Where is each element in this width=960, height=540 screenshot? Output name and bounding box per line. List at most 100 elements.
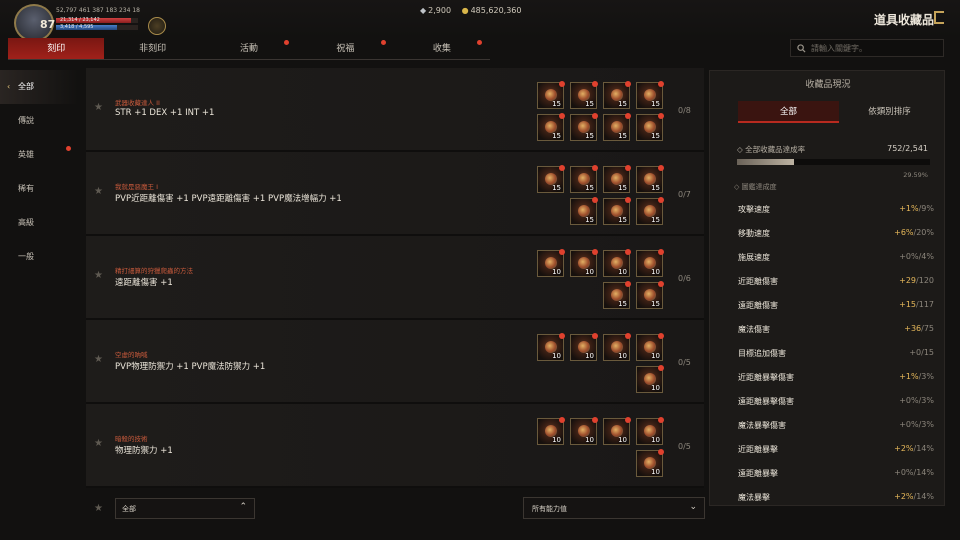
notification-dot xyxy=(625,197,631,203)
favorite-filter-icon[interactable]: ★ xyxy=(94,503,103,514)
stat-gain: +15 xyxy=(899,300,917,309)
sidebar-item-common[interactable]: 一般 xyxy=(0,240,78,274)
collection-row[interactable]: ★ 空虛的吶喊 PVP物理防禦力 +1 PVP魔法防禦力 +1 0/5 10 10 10 10… xyxy=(86,320,704,404)
item-slot[interactable]: 15 xyxy=(570,113,598,141)
item-slot[interactable]: 15 xyxy=(603,81,631,109)
collection-row[interactable]: ★ 暗殺的技術 物理防禦力 +1 0/5 10 10 10 10 10 xyxy=(86,404,704,488)
item-slot[interactable]: 15 xyxy=(636,197,664,225)
panel-tab-by-category[interactable]: 依類別排序 xyxy=(839,101,940,123)
overall-percent: 29.59% xyxy=(903,171,928,179)
item-slot[interactable]: 15 xyxy=(570,81,598,109)
tab-blessing[interactable]: 祝福 xyxy=(297,38,394,60)
item-slot[interactable]: 10 xyxy=(537,249,565,277)
favorite-star-icon[interactable]: ★ xyxy=(94,102,103,113)
grade-filter-dropdown[interactable]: 全部 ⌃ xyxy=(115,498,255,519)
ability-filter-dropdown[interactable]: 所有能力值 ⌄ xyxy=(523,497,705,519)
stat-gain: +1% xyxy=(899,204,919,213)
notification-dot xyxy=(658,333,664,339)
panel-tab-all[interactable]: 全部 xyxy=(738,101,839,123)
dropdown-value: 全部 xyxy=(122,505,136,513)
item-slot[interactable]: 15 xyxy=(570,197,598,225)
notification-dot xyxy=(658,165,664,171)
enchant-level: 10 xyxy=(585,352,594,360)
sidebar-item-legendary[interactable]: 傳說 xyxy=(0,104,78,138)
stat-name: 攻擊速度 xyxy=(738,205,770,214)
item-slot[interactable]: 10 xyxy=(570,417,598,445)
item-slot[interactable]: 15 xyxy=(603,197,631,225)
stat-row: 目標追加傷害 +0/15 xyxy=(734,341,934,365)
sidebar-item-rare[interactable]: 稀有 xyxy=(0,172,78,206)
collection-title: 我就是惡魔王 I xyxy=(115,183,158,191)
sidebar-item-all[interactable]: 全部 xyxy=(0,70,78,104)
notification-dot xyxy=(559,113,565,119)
stat-max: /20% xyxy=(913,228,934,237)
stat-value: +0%/3% xyxy=(899,420,934,429)
item-slot[interactable]: 10 xyxy=(603,333,631,361)
item-slot[interactable]: 10 xyxy=(636,449,664,477)
collection-row[interactable]: ★ 我就是惡魔王 I PVP近距離傷害 +1 PVP遠距離傷害 +1 PVP魔法增幅… xyxy=(86,152,704,236)
item-slot[interactable]: 15 xyxy=(636,281,664,309)
tab-engraved[interactable]: 刻印 xyxy=(8,38,105,60)
exit-icon[interactable] xyxy=(934,11,944,24)
notification-dot xyxy=(592,165,598,171)
tab-label: 活動 xyxy=(240,44,259,54)
favorite-star-icon[interactable]: ★ xyxy=(94,270,103,281)
enchant-level: 10 xyxy=(651,352,660,360)
item-slot[interactable]: 10 xyxy=(603,417,631,445)
item-slot[interactable]: 15 xyxy=(603,165,631,193)
collection-title: 武器收藏達人 II xyxy=(115,99,160,107)
item-slot[interactable]: 10 xyxy=(636,417,664,445)
item-slot[interactable]: 15 xyxy=(636,81,664,109)
enchant-level: 10 xyxy=(651,384,660,392)
collection-row[interactable]: ★ 精打細算的狩獵爬蟲的方法 遠距離傷害 +1 0/6 10 10 10 10 15 15 xyxy=(86,236,704,320)
item-slot[interactable]: 15 xyxy=(636,113,664,141)
notification-dot xyxy=(658,249,664,255)
notification-dot xyxy=(559,165,565,171)
panel-title: 收藏品現況 xyxy=(805,80,851,90)
chevron-up-icon: ⌃ xyxy=(239,502,247,512)
item-slot[interactable]: 10 xyxy=(570,249,598,277)
sidebar-item-heroic[interactable]: 英雄 xyxy=(0,138,78,172)
stat-max: /3% xyxy=(918,396,934,405)
emblem-icon[interactable] xyxy=(148,17,166,35)
stat-max: /3% xyxy=(918,420,934,429)
item-slot[interactable]: 10 xyxy=(636,365,664,393)
item-slot[interactable]: 10 xyxy=(570,333,598,361)
item-slot[interactable]: 10 xyxy=(537,333,565,361)
favorite-star-icon[interactable]: ★ xyxy=(94,186,103,197)
favorite-star-icon[interactable]: ★ xyxy=(94,438,103,449)
item-slot[interactable]: 10 xyxy=(636,249,664,277)
notification-dot xyxy=(625,281,631,287)
sidebar-item-advanced[interactable]: 高級 xyxy=(0,206,78,240)
enchant-level: 10 xyxy=(552,268,561,276)
tab-event[interactable]: 活動 xyxy=(200,38,298,60)
stat-max: /14% xyxy=(913,444,934,453)
item-slot[interactable]: 15 xyxy=(636,165,664,193)
collection-row[interactable]: ★ 武器收藏達人 II STR +1 DEX +1 INT +1 0/8 15 15 15 1… xyxy=(86,68,704,152)
notification-dot xyxy=(658,81,664,87)
tab-non-engraved[interactable]: 非刻印 xyxy=(104,38,201,60)
item-slot[interactable]: 15 xyxy=(537,81,565,109)
stat-name: 遠距離暴擊 xyxy=(738,469,778,478)
item-slot[interactable]: 15 xyxy=(537,113,565,141)
item-slot[interactable]: 15 xyxy=(537,165,565,193)
item-slot[interactable]: 10 xyxy=(537,417,565,445)
item-slot[interactable]: 10 xyxy=(636,333,664,361)
notification-dot xyxy=(477,40,483,45)
enchant-level: 10 xyxy=(651,268,660,276)
favorite-star-icon[interactable]: ★ xyxy=(94,354,103,365)
tab-collect[interactable]: 收集 xyxy=(393,38,491,60)
overall-label: ◇ 全部收藏品達成率 xyxy=(737,145,806,154)
notification-dot xyxy=(592,249,598,255)
item-slot[interactable]: 15 xyxy=(570,165,598,193)
item-slot[interactable]: 15 xyxy=(603,281,631,309)
gold-amount: 485,620,360 xyxy=(470,6,522,15)
item-slot[interactable]: 10 xyxy=(603,249,631,277)
notification-dot xyxy=(625,165,631,171)
enchant-level: 10 xyxy=(651,468,660,476)
sidebar-item-label: 英雄 xyxy=(18,150,34,159)
search-input[interactable]: 請輸入關鍵字。 xyxy=(790,39,944,57)
stat-row: 魔法傷害 +36/75 xyxy=(734,317,934,341)
item-slot[interactable]: 15 xyxy=(603,113,631,141)
notification-dot xyxy=(658,281,664,287)
